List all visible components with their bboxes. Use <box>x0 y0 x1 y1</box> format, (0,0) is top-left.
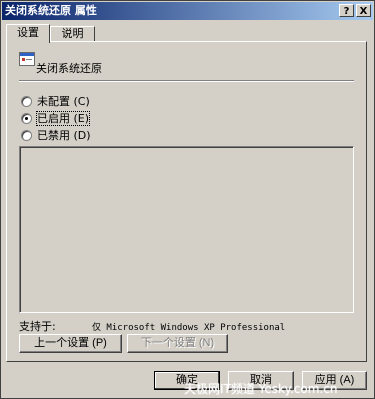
options-area <box>19 146 354 313</box>
radio-circle-selected[interactable] <box>21 113 32 124</box>
support-value: 仅 Microsoft Windows XP Professional <box>92 323 286 333</box>
radio-label: 已启用 (E) <box>35 111 91 126</box>
help-button[interactable]: ? <box>339 4 354 17</box>
tab-settings-label: 设置 <box>17 26 39 39</box>
support-label: 支持于: <box>19 320 56 333</box>
title-bar[interactable]: 关闭系统还原 属性 ? X <box>2 2 373 20</box>
tab-settings[interactable]: 设置 <box>6 24 50 43</box>
next-setting-button[interactable]: 下一个设置 (N) <box>127 334 228 353</box>
tab-explain[interactable]: 说明 <box>50 26 95 42</box>
close-button[interactable]: X <box>356 4 371 17</box>
watermark: 天极网IT频道 Yesky.com.cn <box>184 382 338 396</box>
previous-setting-button[interactable]: 上一个设置 (P) <box>19 334 122 353</box>
radio-label: 已禁用 (D) <box>37 129 91 142</box>
tab-explain-label: 说明 <box>61 27 84 40</box>
policy-setting-icon <box>19 52 35 66</box>
radio-circle[interactable] <box>21 96 32 107</box>
radio-circle[interactable] <box>21 130 32 141</box>
separator <box>19 80 354 82</box>
policy-name: 关闭系统还原 <box>36 62 102 75</box>
window-title: 关闭系统还原 属性 <box>5 4 97 17</box>
radio-label: 未配置 (C) <box>37 95 90 108</box>
